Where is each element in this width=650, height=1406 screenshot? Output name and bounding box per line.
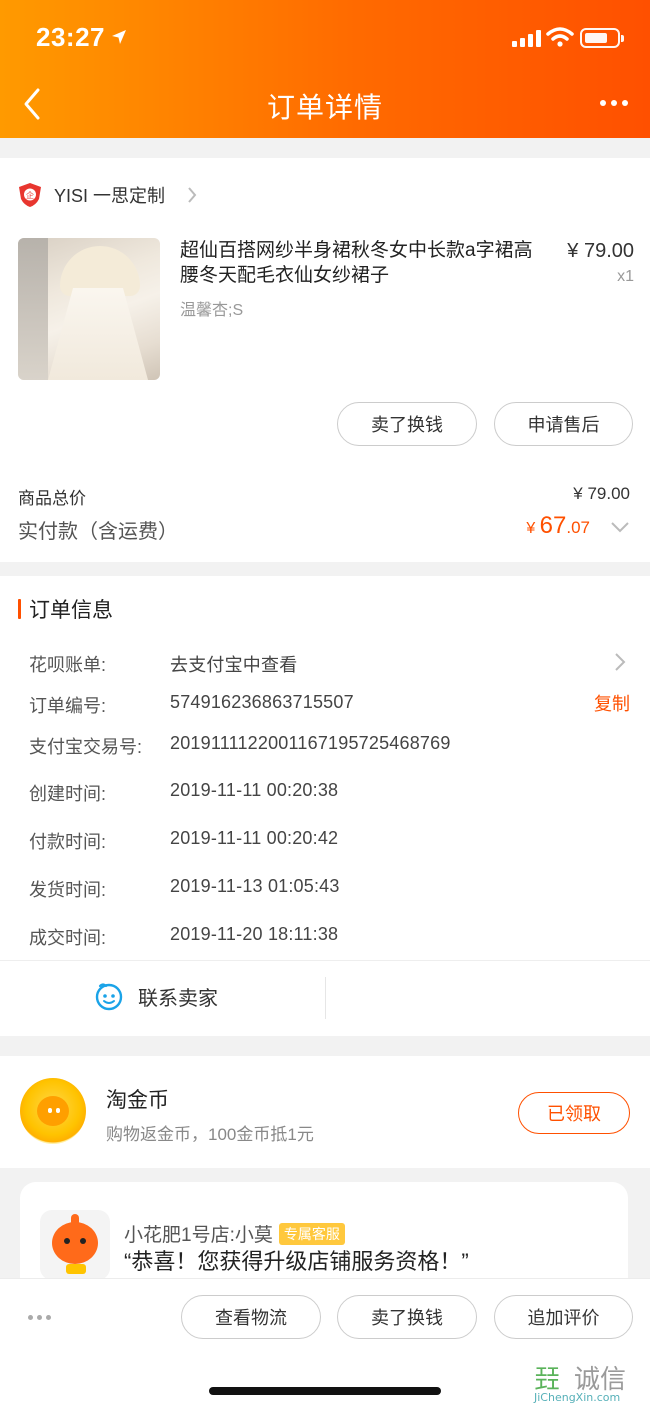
exclusive-service-badge: 专属客服: [278, 1222, 345, 1245]
huabei-link[interactable]: 去支付宝中查看: [170, 651, 297, 677]
bottom-resell-button[interactable]: 卖了换钱: [337, 1295, 477, 1339]
chat-icon: [95, 983, 123, 1011]
shop-avatar: [40, 1210, 110, 1280]
gold-coin-icon: [20, 1078, 86, 1144]
paid-currency: ¥: [526, 520, 540, 537]
add-review-button[interactable]: 追加评价: [494, 1295, 633, 1339]
more-menu-button[interactable]: [600, 100, 628, 106]
battery-icon: [580, 28, 624, 48]
goods-total-label: 商品总价: [18, 489, 86, 508]
watermark-logo: 㠭 诚信 JiChengXin.com: [534, 1365, 627, 1404]
paid-integer: 67: [539, 512, 567, 539]
promo-shop: 小花肥1号店:小莫 专属客服: [124, 1220, 345, 1247]
signal-icon: [512, 29, 541, 47]
after-sales-button[interactable]: 申请售后: [494, 402, 633, 446]
shop-name: YISI 一思定制: [54, 186, 166, 206]
paid-time-label: 付款时间:: [29, 832, 107, 852]
promo-message: “恭喜！您获得升级店铺服务资格！”: [124, 1249, 469, 1274]
order-info-title: 订单信息: [18, 596, 113, 622]
product-sku: 温馨杏;S: [180, 302, 244, 319]
coins-title: 淘金币: [106, 1089, 169, 1112]
contact-seller-label: 联系卖家: [138, 987, 218, 1010]
wifi-icon: [546, 27, 574, 47]
paid-time-value: 2019-11-11 00:20:42: [170, 828, 339, 848]
promo-shop-name: 小花肥1号店:小莫: [124, 1225, 273, 1246]
product-quantity: x1: [617, 268, 634, 285]
coins-description: 购物返金币，100金币抵1元: [106, 1125, 314, 1144]
order-number-label: 订单编号:: [29, 696, 107, 716]
shipped-time-value: 2019-11-13 01:05:43: [170, 876, 340, 896]
svg-text:企: 企: [26, 190, 34, 200]
copy-button[interactable]: 复制: [580, 690, 630, 716]
status-time: 23:27: [36, 22, 105, 52]
view-logistics-button[interactable]: 查看物流: [181, 1295, 321, 1339]
page-title: 订单详情: [266, 92, 383, 123]
goods-total-value: ¥ 79.00: [573, 484, 630, 503]
completed-time-value: 2019-11-20 18:11:38: [170, 924, 339, 944]
shop-link[interactable]: 企 YISI 一思定制: [18, 180, 197, 210]
order-number-value: 574916236863715507: [170, 692, 354, 712]
divider: [325, 977, 326, 1019]
alipay-trade-value: 2019111122001167195725468769: [170, 733, 451, 753]
order-info-title-text: 订单信息: [29, 599, 113, 622]
coins-claimed-button[interactable]: 已领取: [518, 1092, 630, 1134]
shop-badge-icon: 企: [19, 183, 41, 207]
chevron-right-icon[interactable]: [614, 652, 626, 672]
huabei-label: 花呗账单:: [29, 655, 107, 675]
chevron-right-icon: [188, 187, 197, 203]
bottom-action-bar: 查看物流 卖了换钱 追加评价 㠭 诚信 JiChengXin.com: [0, 1278, 650, 1406]
app-header: 23:27 订单详情: [0, 0, 650, 138]
product-price: ¥ 79.00: [567, 240, 634, 262]
product-image[interactable]: [18, 238, 160, 380]
contact-row: 联系卖家: [0, 960, 650, 1034]
completed-time-label: 成交时间:: [29, 928, 107, 948]
created-time-value: 2019-11-11 00:20:38: [170, 780, 339, 800]
contact-seller-button[interactable]: 联系卖家: [94, 981, 218, 1011]
created-time-label: 创建时间:: [29, 784, 107, 804]
paid-amount-label: 实付款（含运费）: [18, 521, 178, 543]
paid-amount-value: ¥ 67.07: [470, 512, 590, 540]
more-actions-button[interactable]: [28, 1315, 51, 1320]
paid-decimal: .07: [566, 518, 590, 537]
chevron-down-icon[interactable]: [610, 520, 630, 534]
location-arrow-icon: [112, 30, 126, 44]
resell-button[interactable]: 卖了换钱: [337, 402, 477, 446]
shipped-time-label: 发货时间:: [29, 880, 107, 900]
home-indicator[interactable]: [209, 1387, 441, 1395]
product-title[interactable]: 超仙百搭网纱半身裙秋冬女中长款a字裙高腰冬天配毛衣仙女纱裙子: [180, 238, 540, 288]
alipay-trade-label: 支付宝交易号:: [29, 737, 143, 757]
